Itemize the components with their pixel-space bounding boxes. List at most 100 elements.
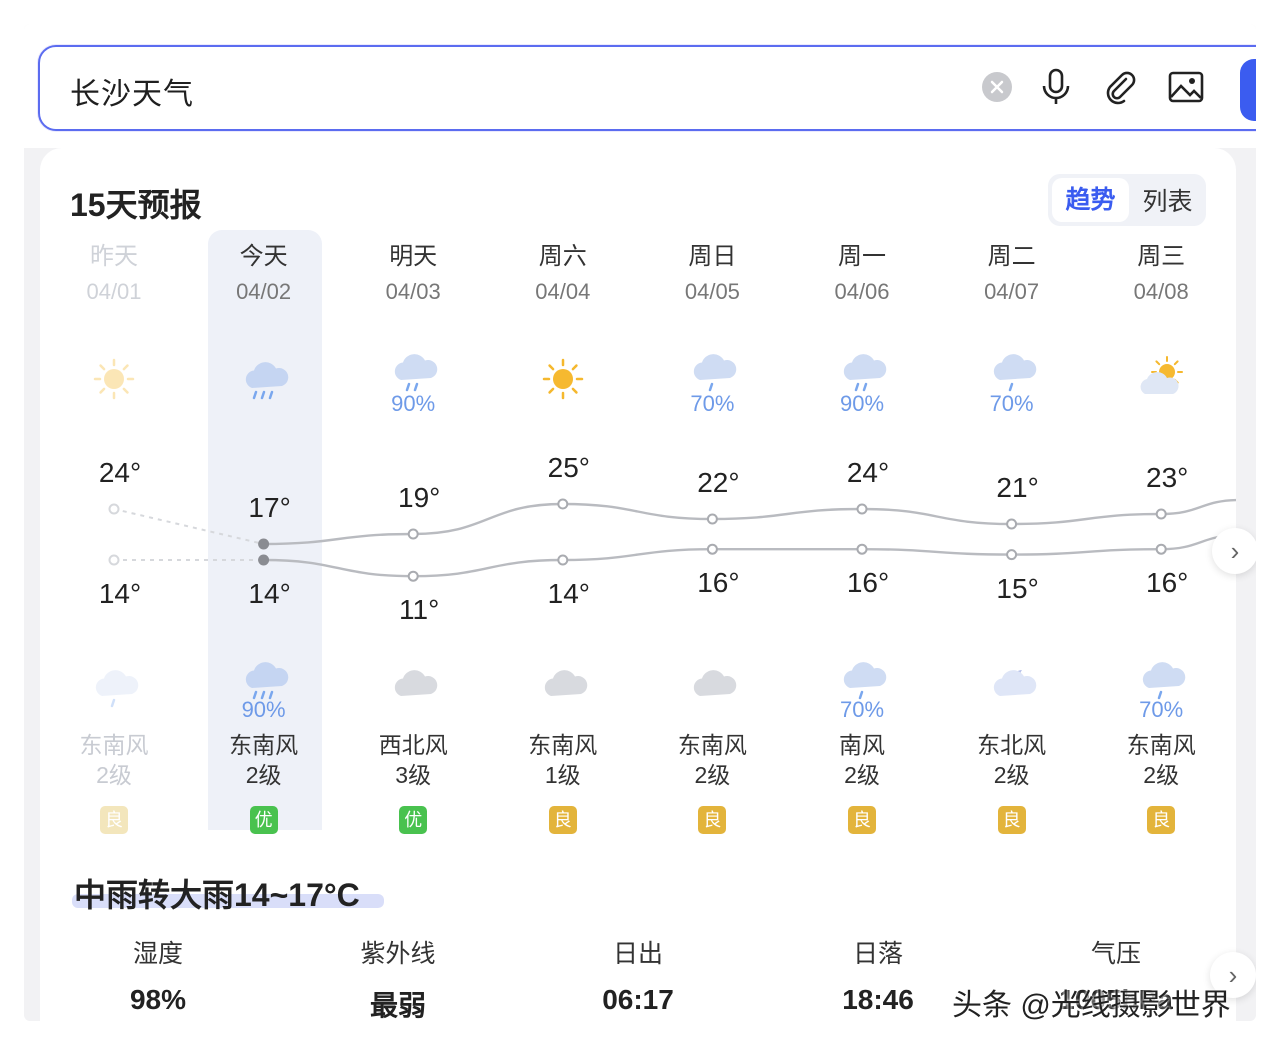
heavy-rain-icon: [236, 354, 292, 404]
day-column[interactable]: 明天 04/03: [338, 240, 488, 310]
day-name: 周一: [838, 243, 886, 270]
attachment-icon[interactable]: [1098, 65, 1142, 109]
day-column[interactable]: 今天 04/02: [189, 240, 339, 310]
day-column[interactable]: 周六 04/04: [488, 240, 638, 310]
wind-level: 1级: [544, 762, 581, 788]
aqi-badge: 良: [1147, 806, 1176, 834]
day-rain-chance: 70%: [989, 391, 1034, 416]
cloudy-icon: [535, 662, 591, 712]
stat-value: 18:46: [842, 984, 914, 1015]
toggle-list[interactable]: 列表: [1129, 182, 1206, 218]
search-input[interactable]: 长沙天气: [38, 45, 1256, 131]
microphone-icon[interactable]: [1034, 65, 1078, 109]
cloudy-moon-icon: [984, 662, 1040, 712]
wind-direction: 东南风: [528, 732, 598, 758]
view-toggle[interactable]: 趋势 列表: [1048, 174, 1206, 226]
low-temp-label: 11°: [399, 594, 440, 626]
low-temp-label: 14°: [547, 578, 590, 609]
wind-info: 南风 2级: [787, 730, 937, 790]
moderate-rain-icon: [834, 346, 890, 396]
low-temp-point: [856, 543, 868, 555]
low-temp-point: [1155, 543, 1167, 555]
send-button[interactable]: [1240, 59, 1256, 121]
low-temp-point: [706, 543, 718, 555]
day-column[interactable]: 周日 04/05: [637, 240, 787, 310]
wind-direction: 南风: [839, 732, 885, 758]
day-date: 04/01: [86, 279, 142, 304]
stat-value: 最弱: [369, 990, 426, 1021]
stat-value: 06:17: [602, 984, 674, 1015]
high-temp-label: 22°: [697, 467, 740, 498]
search-bar-area: 长沙天气: [24, 24, 1256, 148]
low-temp-label: 14°: [98, 578, 142, 609]
card-title: 15天预报: [70, 187, 202, 223]
wind-level: 2级: [694, 762, 731, 788]
day-rain-chance: 90%: [391, 391, 436, 416]
stat-label: 湿度: [132, 940, 183, 968]
high-temp-point: [108, 503, 120, 515]
screenshot-frame: 长沙天气 15天预报 趋势 列表 昨天 04/01 东南风 2级良 今天 04/02 90%…: [24, 24, 1256, 1021]
sun-icon: [535, 354, 591, 404]
low-temp-label: 15°: [996, 572, 1039, 604]
high-temp-label: 24°: [846, 457, 890, 488]
wind-info: 东南风 2级: [189, 730, 339, 790]
toggle-trend[interactable]: 趋势: [1052, 178, 1129, 222]
wind-info: 东南风 2级: [1086, 730, 1236, 790]
clear-icon[interactable]: [975, 65, 1019, 109]
weather-summary: 中雨转大雨14~17°C: [74, 877, 360, 913]
search-query[interactable]: 长沙天气: [70, 69, 194, 113]
day-date: 04/05: [684, 279, 740, 304]
aqi-badge: 良: [698, 806, 727, 834]
day-date: 04/07: [984, 279, 1040, 304]
day-name: 明天: [389, 243, 438, 270]
image-upload-icon[interactable]: [1164, 65, 1208, 109]
wind-level: 2级: [844, 762, 880, 788]
wind-level: 2级: [245, 762, 282, 788]
wind-info: 西北风 3级: [338, 730, 488, 790]
wind-info: 东北风 2级: [937, 730, 1087, 790]
wind-info: 东南风 1级: [488, 730, 638, 790]
day-date: 04/08: [1133, 279, 1189, 304]
low-temp-point: [557, 554, 569, 566]
forecast-card: 15天预报 趋势 列表 昨天 04/01 东南风 2级良 今天 04/02 90% 东南风 2级…: [39, 148, 1256, 1021]
day-rain-chance: 90%: [839, 391, 885, 416]
wind-direction: 东南风: [229, 732, 299, 758]
low-temp-label: 16°: [1146, 567, 1189, 599]
day-column[interactable]: 周一 04/06: [787, 240, 937, 310]
stat-label: 紫外线: [360, 940, 436, 968]
day-date: 04/02: [236, 279, 292, 304]
moderate-rain-icon: [385, 346, 441, 396]
high-temp-point: [1155, 508, 1167, 520]
aqi-badge: 良: [848, 806, 876, 834]
high-temp-label: 25°: [547, 452, 590, 483]
next-days-arrow-icon[interactable]: ›: [1212, 528, 1256, 574]
day-date: 04/06: [834, 279, 890, 304]
stat-value: 98%: [129, 984, 187, 1015]
day-rain-chance: 70%: [690, 391, 735, 416]
high-temp-label: 23°: [1146, 462, 1189, 493]
day-name: 周三: [1137, 243, 1186, 270]
cloudy-icon: [684, 662, 740, 712]
aqi-badge: 优: [399, 806, 428, 834]
wind-info: 东南风 2级: [637, 730, 787, 790]
wind-info: 东南风 2级: [39, 730, 189, 790]
aqi-badge: 良: [548, 806, 577, 834]
stat-item: 日出 06:17: [558, 934, 718, 1016]
day-date: 04/04: [535, 279, 591, 304]
low-temp-point: [407, 570, 419, 582]
light-rain-icon: [684, 346, 740, 396]
aqi-badge: 优: [249, 806, 278, 834]
low-temp-label: 16°: [697, 567, 740, 599]
day-column[interactable]: 周三 04/08: [1086, 240, 1236, 310]
aqi-badge: 良: [100, 806, 128, 834]
wind-level: 2级: [96, 762, 132, 788]
day-column[interactable]: 昨天 04/01: [39, 240, 189, 310]
low-temp-point: [1006, 549, 1018, 561]
stat-label: 日出: [612, 940, 663, 968]
wind-direction: 东南风: [79, 732, 149, 758]
day-column[interactable]: 周二 04/07: [937, 240, 1087, 310]
high-temp-label: 21°: [996, 472, 1039, 503]
watermark: 头条 @光线摄影世界: [952, 989, 1231, 1022]
low-temp-point: [108, 554, 120, 566]
day-date: 04/03: [385, 279, 441, 304]
